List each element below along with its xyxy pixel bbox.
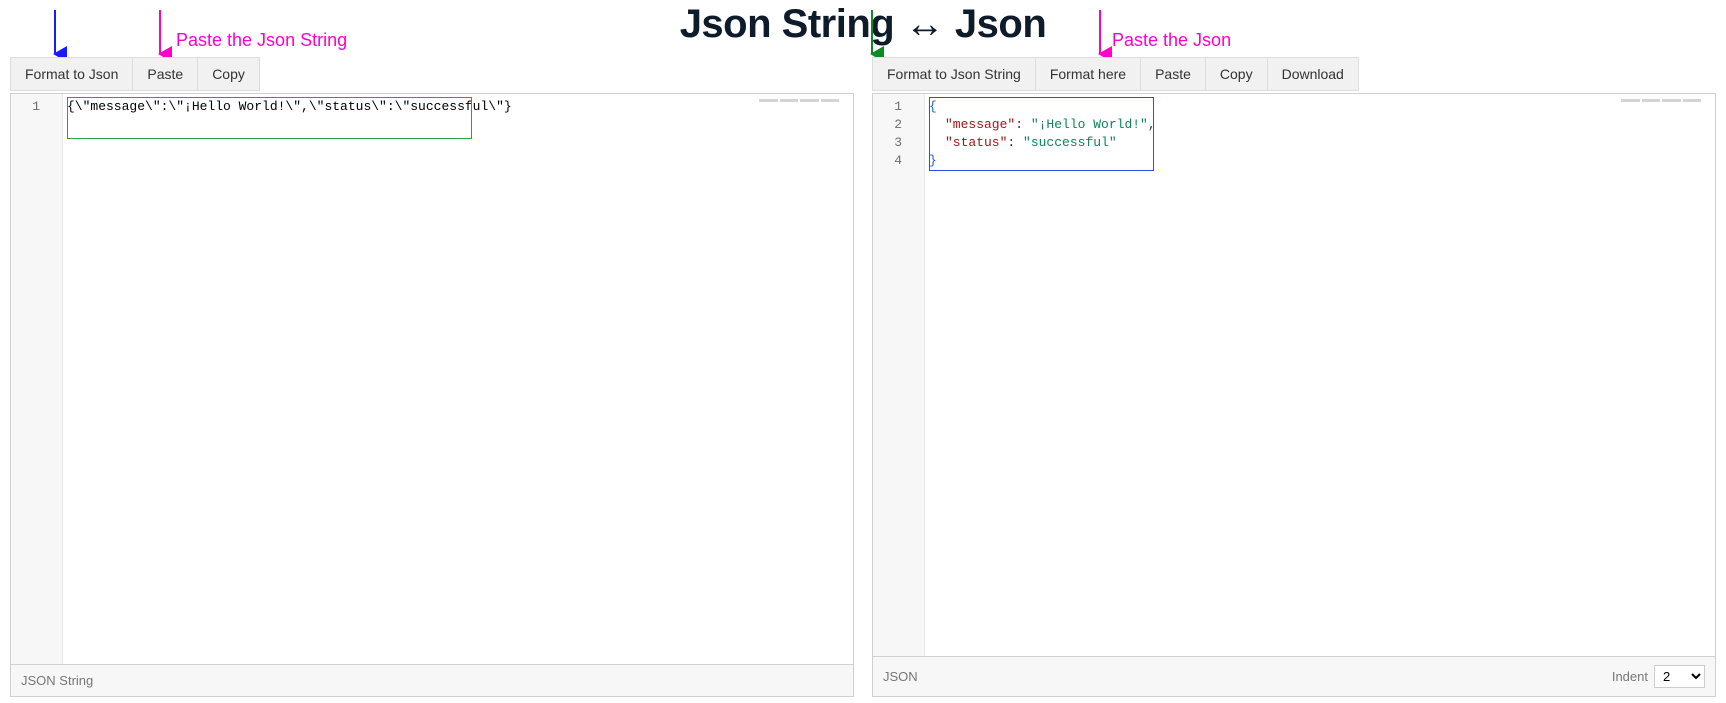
left-footer: JSON String xyxy=(10,665,854,697)
code-line: "message": "¡Hello World!", xyxy=(929,116,1711,134)
right-gutter: 1234 xyxy=(873,94,925,656)
code-line: } xyxy=(929,152,1711,170)
copy-left-button[interactable]: Copy xyxy=(197,57,260,91)
line-number: 1 xyxy=(11,98,62,116)
line-number: 4 xyxy=(873,152,924,170)
code-line: { xyxy=(929,98,1711,116)
line-number: 2 xyxy=(873,116,924,134)
indent-label: Indent xyxy=(1612,669,1648,684)
right-code-area[interactable]: {"message": "¡Hello World!","status": "s… xyxy=(929,98,1711,652)
right-footer: JSON Indent 248Tab xyxy=(872,657,1716,697)
format-to-json-button[interactable]: Format to Json xyxy=(10,57,132,91)
copy-right-button[interactable]: Copy xyxy=(1205,57,1267,91)
json-pane: Format to Json String Format here Paste … xyxy=(872,57,1716,697)
left-editor[interactable]: 1 {\"message\":\"¡Hello World!\",\"statu… xyxy=(10,93,854,665)
line-number: 1 xyxy=(873,98,924,116)
left-code-area[interactable]: {\"message\":\"¡Hello World!\",\"status\… xyxy=(67,98,849,660)
json-string-pane: Format to Json Paste Copy 1 {\"message\"… xyxy=(10,57,854,697)
right-toolbar: Format to Json String Format here Paste … xyxy=(872,57,1716,91)
right-footer-label: JSON xyxy=(883,669,918,684)
format-to-json-string-button[interactable]: Format to Json String xyxy=(872,57,1035,91)
left-footer-label: JSON String xyxy=(21,673,93,688)
paste-left-button[interactable]: Paste xyxy=(132,57,197,91)
line-number: 3 xyxy=(873,134,924,152)
format-here-button[interactable]: Format here xyxy=(1035,57,1140,91)
code-line: "status": "successful" xyxy=(929,134,1711,152)
left-gutter: 1 xyxy=(11,94,63,664)
paste-right-button[interactable]: Paste xyxy=(1140,57,1205,91)
indent-select[interactable]: 248Tab xyxy=(1654,665,1705,688)
right-editor[interactable]: 1234 {"message": "¡Hello World!","status… xyxy=(872,93,1716,657)
left-toolbar: Format to Json Paste Copy xyxy=(10,57,854,91)
download-button[interactable]: Download xyxy=(1267,57,1359,91)
page-title: Json String ↔ Json xyxy=(0,2,1726,47)
